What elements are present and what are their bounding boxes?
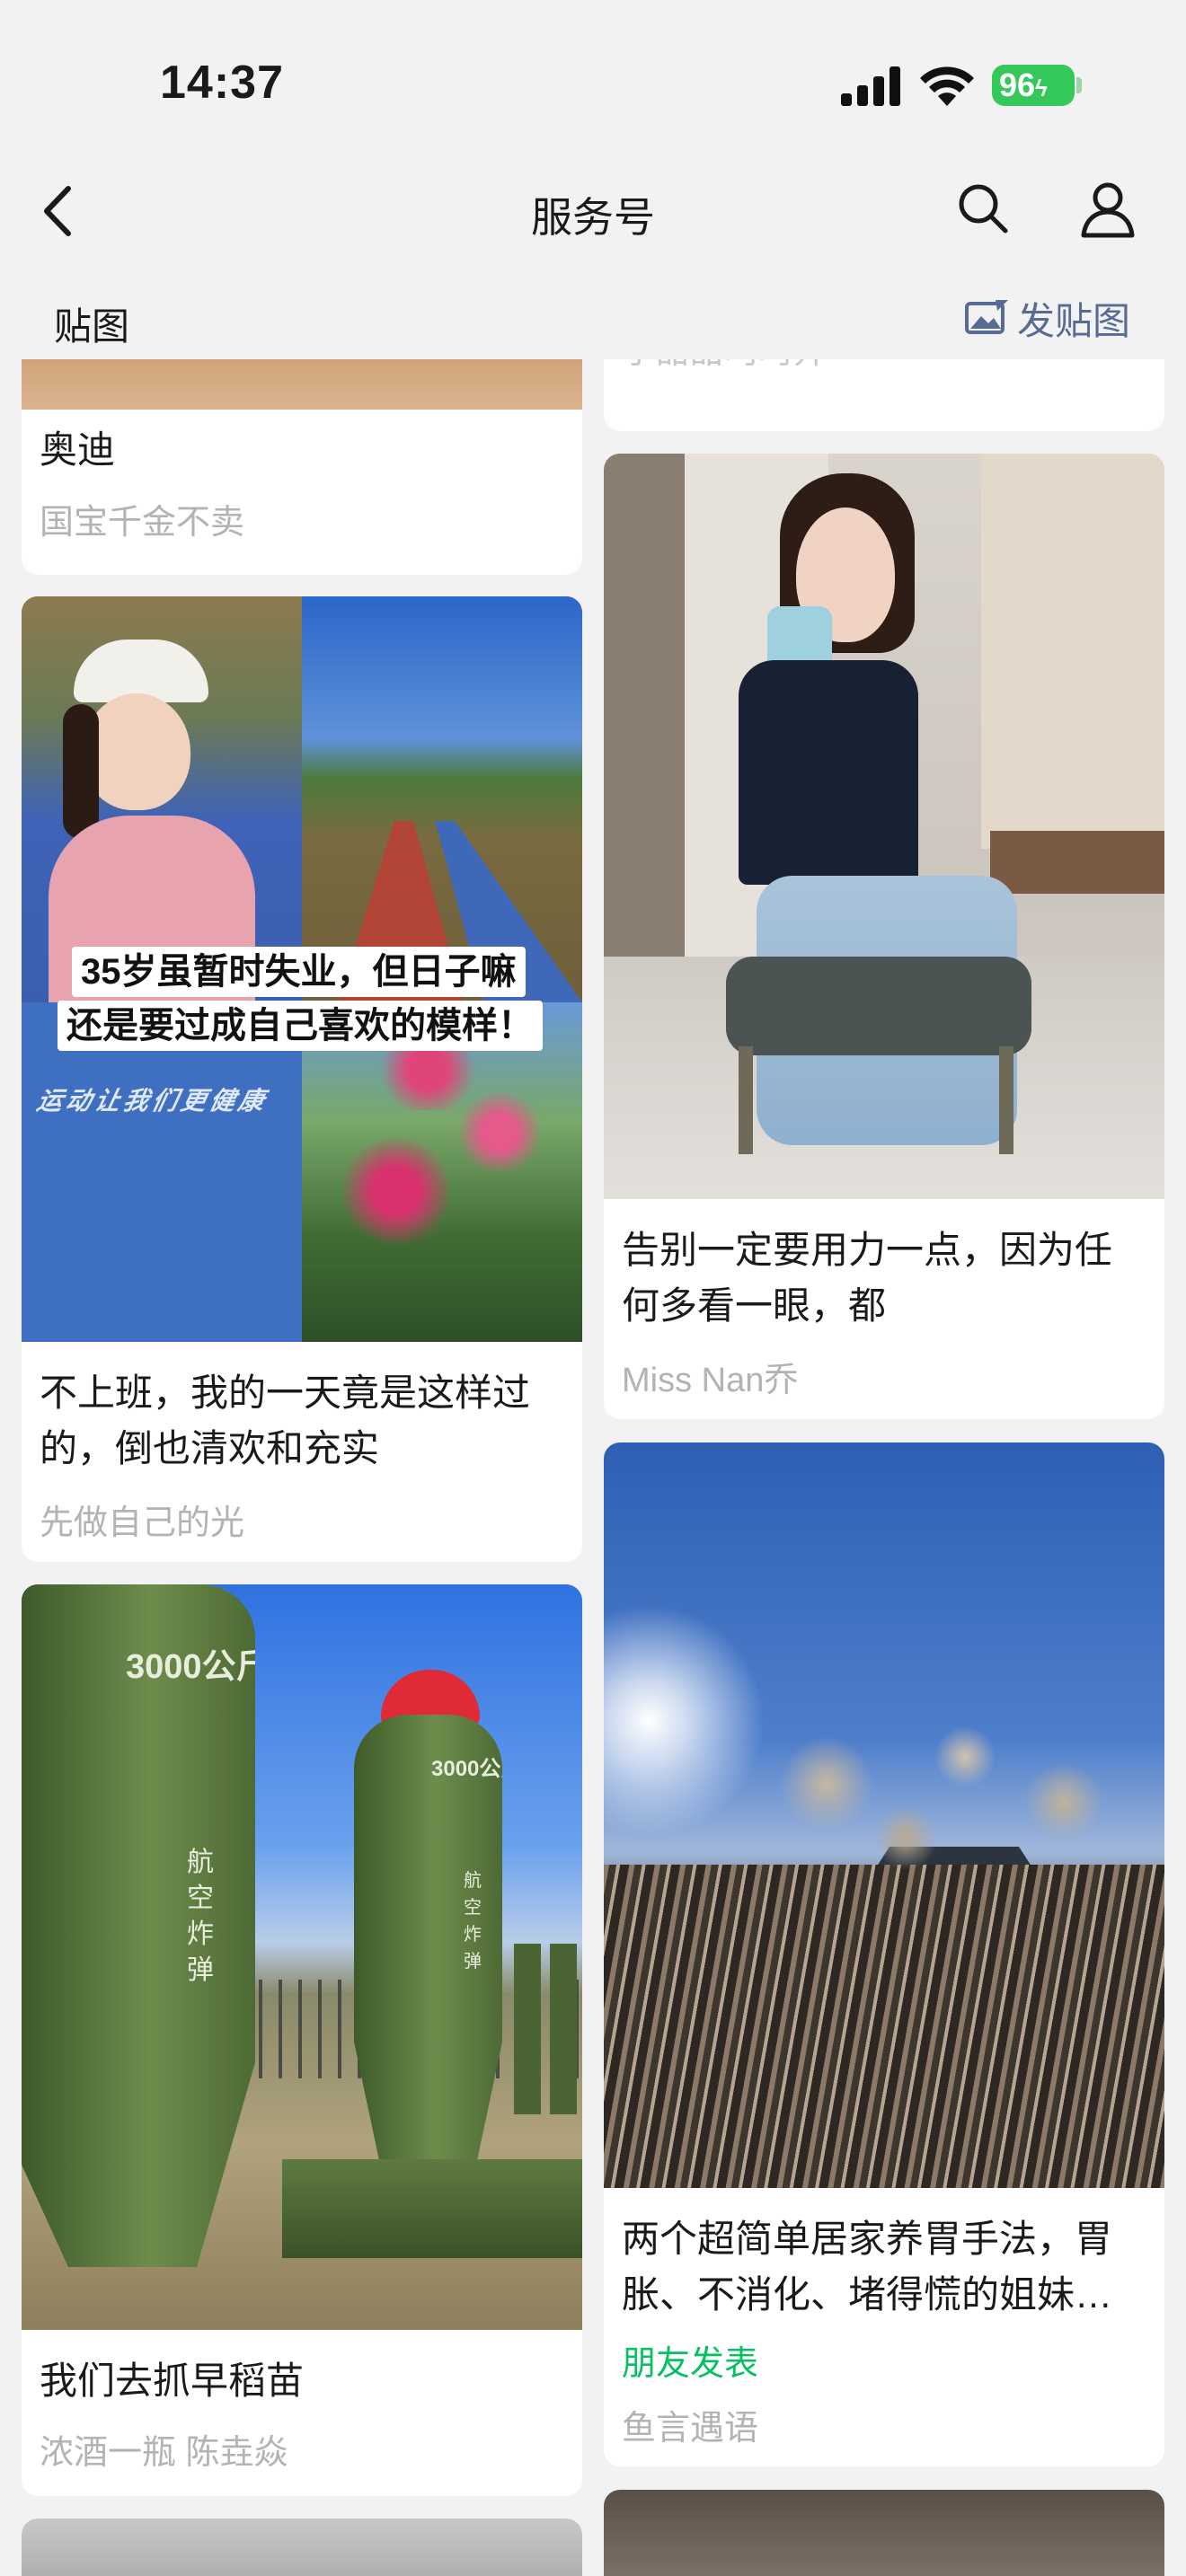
feed: 奥迪 国宝千金不卖 运动让我们更健康 35岁虽暂时失业，但日子嘛 还是要过成自己… [0, 359, 1186, 2576]
trail-photo [302, 596, 582, 1002]
flower-cluster [338, 1137, 455, 1245]
card-image [604, 1442, 1164, 2188]
image-post-icon [964, 300, 1008, 334]
charging-bolt-icon: ϟ [1035, 75, 1048, 101]
post-image-label: 发贴图 [1016, 299, 1130, 342]
track-photo: 运动让我们更健康 [22, 1002, 302, 1342]
wifi-icon [920, 66, 974, 106]
feed-card[interactable] [22, 2519, 582, 2576]
ottoman-leg [739, 1046, 753, 1154]
section-title: 贴图 [54, 305, 130, 348]
overlay-caption-1: 35岁虽暂时失业，但日子嘛 [72, 947, 526, 997]
door-frame [604, 454, 685, 957]
bomb-small: 3000公斤 航空炸弹 [354, 1715, 502, 2182]
feed-card[interactable]: 两个超简单居家养胃手法，胃胀、不消化、堵得慌的姐妹… 朋友发表 鱼言遇语 [604, 1442, 1164, 2466]
nav-bar: 服务号 [0, 162, 1186, 260]
bomb-large-label: 航空炸弹 [187, 1848, 214, 1985]
status-bar: 14:37 96ϟ [0, 0, 1186, 162]
card-title: 奥迪 [40, 428, 116, 471]
flower-cluster [455, 1092, 544, 1173]
battery-level: 96 [999, 66, 1036, 103]
bomb-stand [282, 2159, 582, 2258]
tv-shelf [990, 831, 1164, 894]
card-image [604, 454, 1164, 1199]
card-author: 鱼言遇语 [622, 2410, 759, 2448]
ottoman [726, 957, 1031, 1055]
card-author: 小甜甜呵呵奔 [622, 359, 1146, 373]
card-image: 运动让我们更健康 35岁虽暂时失业，但日子嘛 还是要过成自己喜欢的模样！ [22, 596, 582, 1342]
card-author: 浓酒一瓶 陈垚焱 [40, 2434, 288, 2472]
battery-nub [1076, 77, 1082, 93]
feed-card[interactable]: 小甜甜呵呵奔 [604, 359, 1164, 431]
reed-grass [604, 1865, 1164, 2188]
sub-header: 贴图 发贴图 [0, 278, 1186, 359]
selfie-photo [22, 596, 302, 1002]
card-title: 告别一定要用力一点，因为任何多看一眼，都 [622, 1229, 1113, 1327]
bomb-large-weight: 3000公斤 [126, 1648, 270, 1686]
card-title-line: 两个超简单居家养胃手法，胃胀、不消化、堵得慌的姐妹… [622, 2218, 1113, 2316]
person-top [739, 660, 918, 885]
reed-plumes [748, 1712, 1143, 1892]
bomb-small-weight: 3000公斤 [431, 1757, 523, 1781]
card-title: 两个超简单居家养胃手法，胃胀、不消化、堵得慌的姐妹… [622, 2211, 1146, 2323]
card-image [604, 2490, 1164, 2576]
sun-glare [604, 1604, 766, 1838]
track-text: 运动让我们更健康 [34, 1087, 270, 1115]
overlay-caption-2: 还是要过成自己喜欢的模样！ [58, 1001, 543, 1051]
bomb-row [514, 1944, 582, 2114]
person-face [83, 693, 190, 810]
post-image-button[interactable]: 发贴图 [964, 293, 1130, 343]
feed-card[interactable]: 告别一定要用力一点，因为任何多看一眼，都 Miss Nan乔 [604, 454, 1164, 1419]
friend-posted-tag: 朋友发表 [622, 2345, 759, 2383]
profile-icon[interactable] [1078, 180, 1137, 239]
card-author: 国宝千金不卖 [40, 504, 245, 542]
flower-photo [302, 1002, 582, 1342]
card-author: 先做自己的光 [40, 1504, 245, 1542]
card-title: 我们去抓早稻苗 [40, 2360, 305, 2402]
bomb-large: 3000公斤 航空炸弹 [22, 1584, 255, 2267]
card-image: 3000公斤 航空炸弹 3000公斤 航空炸弹 [22, 1584, 582, 2330]
card-author: Miss Nan乔 [622, 1362, 799, 1399]
battery-indicator: 96ϟ [992, 65, 1075, 106]
card-image [22, 2519, 582, 2576]
search-icon[interactable] [956, 181, 1010, 235]
person-hair [63, 704, 99, 839]
status-time: 14:37 [160, 57, 284, 109]
bomb-small-label: 航空炸弹 [464, 1871, 482, 1972]
card-image [22, 359, 582, 410]
feed-card[interactable]: 3000公斤 航空炸弹 3000公斤 航空炸弹 我们去抓早稻苗 浓酒一瓶 陈垚焱 [22, 1584, 582, 2496]
feed-card[interactable]: 奥迪 国宝千金不卖 [22, 359, 582, 575]
feed-card[interactable]: 运动让我们更健康 35岁虽暂时失业，但日子嘛 还是要过成自己喜欢的模样！ 不上班… [22, 596, 582, 1562]
card-title: 不上班，我的一天竟是这样过的，倒也清欢和充实 [40, 1372, 531, 1469]
cabinet [981, 454, 1164, 849]
feed-card[interactable] [604, 2490, 1164, 2576]
cellular-signal-icon [841, 66, 900, 106]
ottoman-leg [999, 1046, 1013, 1154]
